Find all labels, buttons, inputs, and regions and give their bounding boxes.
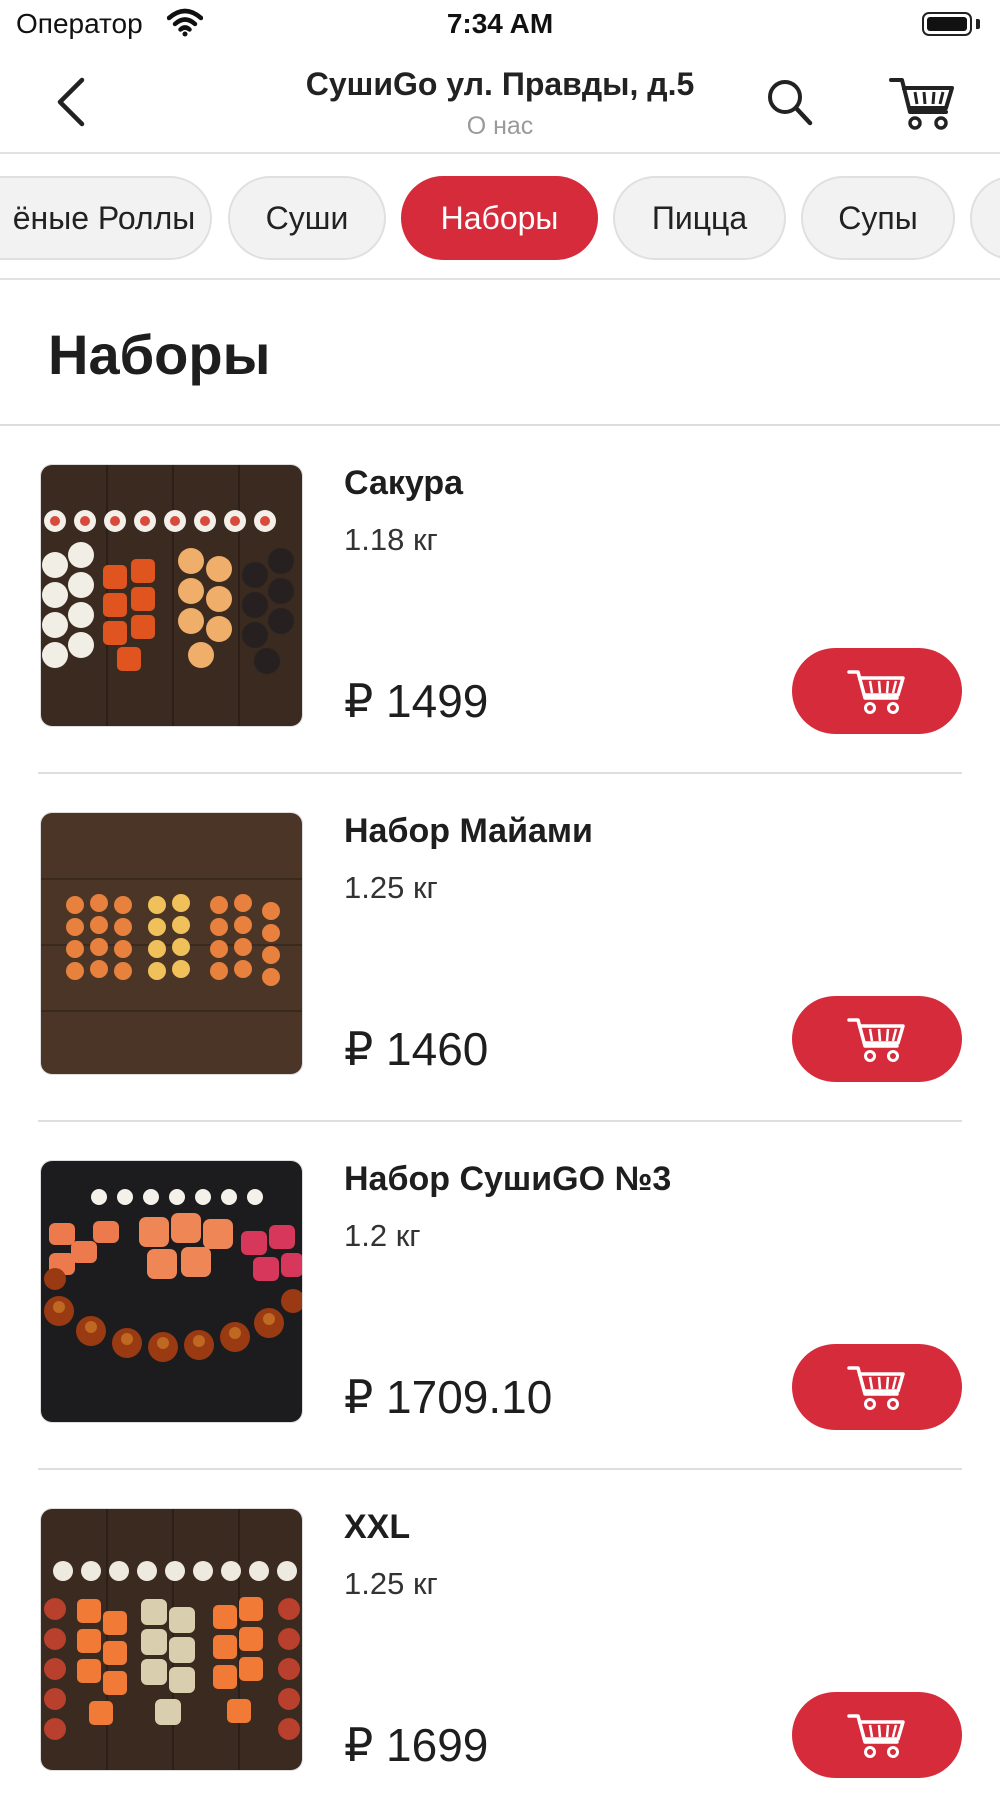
- product-price: ₽ 1699: [344, 1719, 489, 1771]
- cart-icon: [847, 1366, 905, 1410]
- product-item[interactable]: Сакура 1.18 кг ₽ 1499: [0, 426, 1000, 774]
- category-chip-label: ёные Роллы: [12, 199, 196, 236]
- product-name: Набор Майами: [344, 812, 593, 850]
- category-chip-label: Наборы: [440, 199, 559, 236]
- cart-icon: [847, 670, 905, 714]
- product-weight: 1.18 кг: [344, 522, 438, 557]
- cart-button[interactable]: [888, 70, 958, 134]
- product-item[interactable]: Набор Майами 1.25 кг ₽ 1460: [0, 774, 1000, 1122]
- category-chip-sushi[interactable]: Суши: [228, 176, 386, 260]
- status-bar: Оператор 7:34 AM: [0, 0, 1000, 52]
- category-chip-pizza[interactable]: Пицца: [613, 176, 786, 260]
- clock: 7:34 AM: [446, 8, 554, 39]
- product-weight: 1.2 кг: [344, 1218, 421, 1253]
- cart-icon: [889, 78, 954, 130]
- category-chip-label: Супы: [838, 199, 918, 236]
- product-price: ₽ 1460: [344, 1023, 489, 1075]
- battery-icon: [922, 12, 972, 36]
- category-chip-rolls[interactable]: ёные Роллы: [0, 176, 212, 260]
- category-chip-label: Пицца: [651, 199, 748, 236]
- add-to-cart-button[interactable]: [792, 648, 962, 734]
- product-name: Сакура: [344, 464, 464, 502]
- add-to-cart-button[interactable]: [792, 996, 962, 1082]
- category-tabs: ёные Роллы Суши Наборы Пицца Супы: [0, 154, 1000, 280]
- cart-icon: [847, 1714, 905, 1758]
- product-weight: 1.25 кг: [344, 870, 438, 905]
- product-weight: 1.25 кг: [344, 1566, 438, 1601]
- section-title: Наборы: [48, 323, 271, 386]
- category-chip-next[interactable]: [970, 176, 1000, 260]
- product-name: XXL: [344, 1508, 411, 1546]
- product-item[interactable]: XXL 1.25 кг ₽ 1699: [0, 1470, 1000, 1818]
- section-header: Наборы: [0, 280, 1000, 426]
- product-image[interactable]: [40, 812, 303, 1075]
- add-to-cart-button[interactable]: [792, 1344, 962, 1430]
- cart-icon: [847, 1018, 905, 1062]
- category-chip-label: Суши: [265, 199, 349, 236]
- product-image[interactable]: [40, 1160, 303, 1423]
- about-link[interactable]: О нас: [200, 112, 800, 141]
- battery-tip: [976, 19, 980, 29]
- chevron-left-icon: [57, 77, 85, 127]
- product-item[interactable]: Набор СушиGO №3 1.2 кг ₽ 1709.10: [0, 1122, 1000, 1470]
- store-title[interactable]: СушиGo ул. Правды, д.5: [200, 66, 800, 103]
- category-chip-sets[interactable]: Наборы: [401, 176, 598, 260]
- product-name: Набор СушиGO №3: [344, 1160, 672, 1198]
- category-chip-soups[interactable]: Супы: [801, 176, 955, 260]
- nav-bar: СушиGo ул. Правды, д.5 О нас: [0, 52, 1000, 154]
- search-button[interactable]: [762, 72, 818, 132]
- product-image[interactable]: [40, 1508, 303, 1771]
- back-button[interactable]: [44, 70, 104, 134]
- product-price: ₽ 1499: [344, 675, 489, 727]
- product-price: ₽ 1709.10: [344, 1371, 553, 1423]
- add-to-cart-button[interactable]: [792, 1692, 962, 1778]
- product-image[interactable]: [40, 464, 303, 727]
- search-icon: [768, 80, 813, 126]
